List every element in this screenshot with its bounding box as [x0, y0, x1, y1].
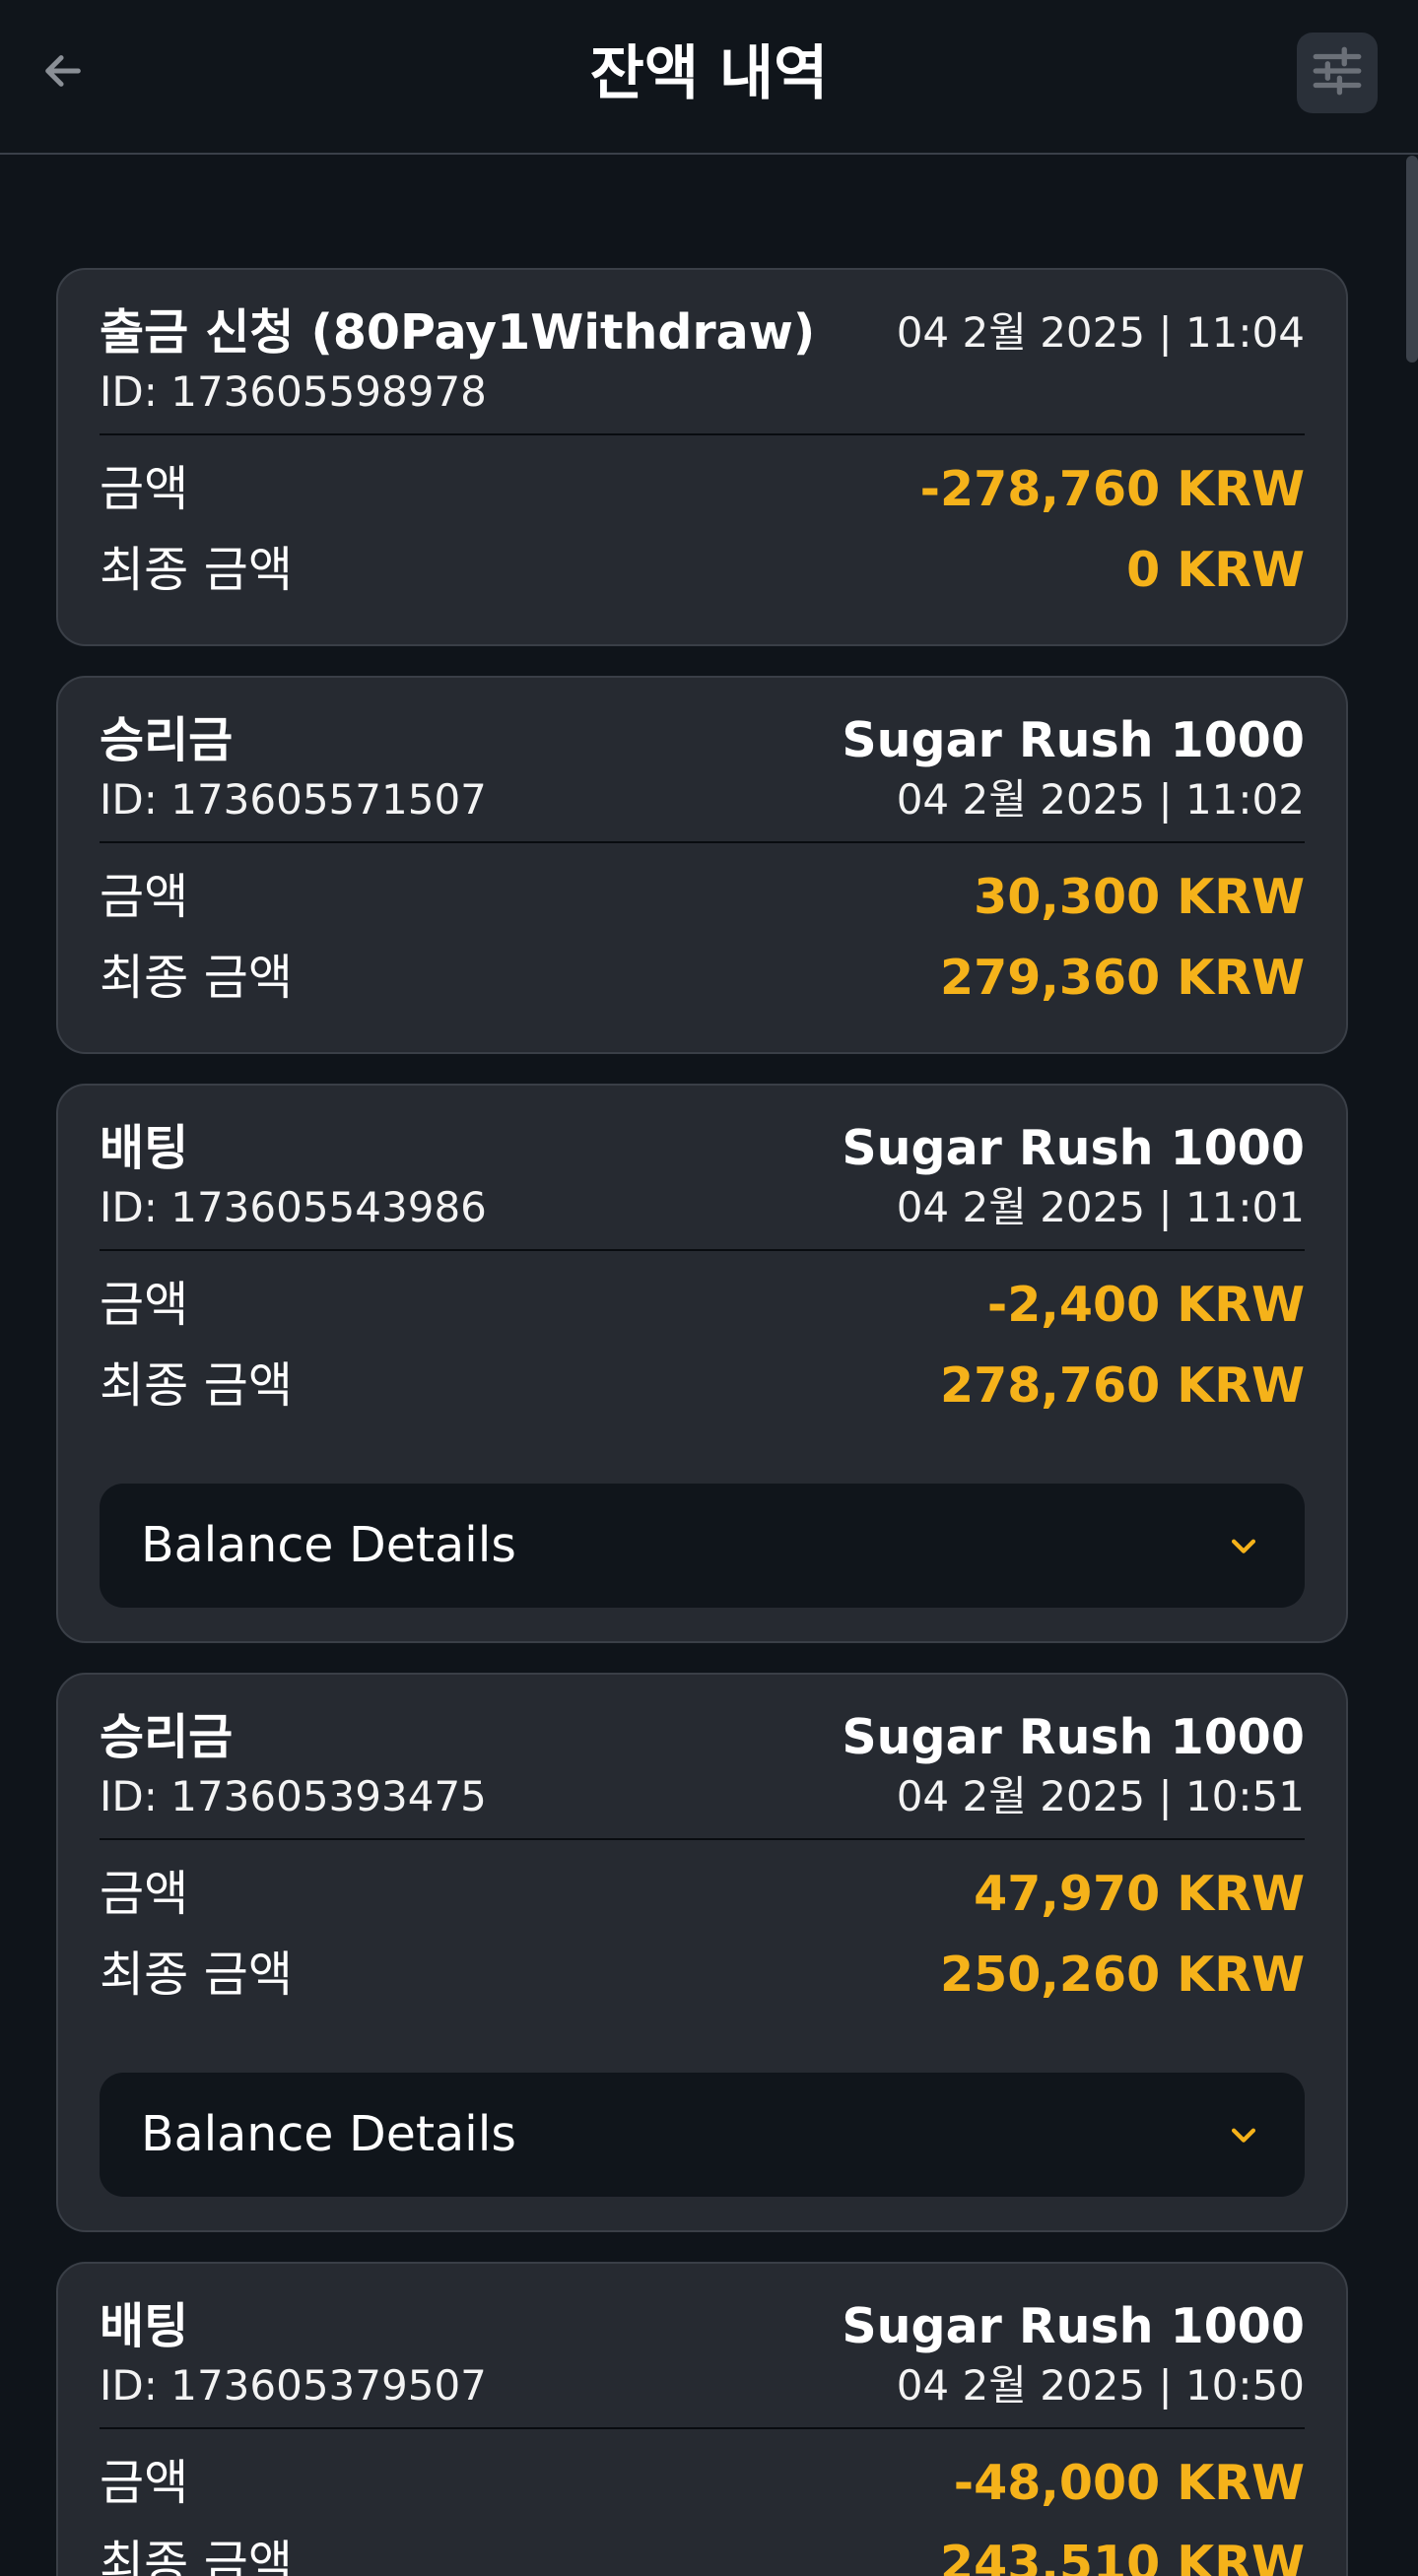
transaction-type: 승리금 — [100, 712, 234, 768]
transaction-type: 승리금 — [100, 1709, 234, 1765]
game-name: Sugar Rush 1000 — [842, 1120, 1305, 1176]
page-title: 잔액 내역 — [589, 39, 829, 108]
transaction-type: 출금 신청 (80Pay1Withdraw) — [100, 304, 816, 361]
balance-details-button[interactable]: Balance Details — [100, 1484, 1305, 1608]
transaction-date: 04 2월 2025 | 11:02 — [896, 775, 1305, 824]
game-name: Sugar Rush 1000 — [842, 1709, 1305, 1765]
balance-details-label: Balance Details — [141, 2106, 516, 2162]
game-name: Sugar Rush 1000 — [842, 2298, 1305, 2354]
transaction-card[interactable]: 배팅 Sugar Rush 1000 ID: 173605543986 04 2… — [56, 1084, 1348, 1643]
amount-value: -2,400 KRW — [986, 1277, 1305, 1333]
transaction-card[interactable]: 승리금 Sugar Rush 1000 ID: 173605571507 04 … — [56, 676, 1348, 1054]
final-amount-value: 250,260 KRW — [940, 1947, 1305, 2003]
final-amount-value: 278,760 KRW — [940, 1357, 1305, 1414]
sliders-icon — [1309, 42, 1366, 103]
final-amount-label: 최종 금액 — [100, 1947, 293, 2003]
transaction-id: ID: 173605543986 — [100, 1183, 487, 1231]
transaction-id: ID: 173605393475 — [100, 1772, 487, 1820]
amount-label: 금액 — [100, 2455, 189, 2511]
transaction-card[interactable]: 출금 신청 (80Pay1Withdraw) 04 2월 2025 | 11:0… — [56, 268, 1348, 646]
transaction-type: 배팅 — [100, 1120, 189, 1176]
final-amount-label: 최종 금액 — [100, 2536, 293, 2576]
balance-history-page: 잔액 내역 출금 신청 (80Pay1Withdraw) 04 2월 2025 … — [0, 0, 1418, 2576]
amount-label: 금액 — [100, 869, 189, 925]
chevron-down-icon — [1224, 2115, 1263, 2154]
balance-details-label: Balance Details — [141, 1517, 516, 1573]
balance-details-button[interactable]: Balance Details — [100, 2073, 1305, 2197]
amount-label: 금액 — [100, 1277, 189, 1333]
game-name: Sugar Rush 1000 — [842, 712, 1305, 768]
transaction-date: 04 2월 2025 | 10:50 — [896, 2361, 1305, 2410]
transaction-date: 04 2월 2025 | 11:01 — [896, 1183, 1305, 1231]
amount-label: 금액 — [100, 1866, 189, 1922]
scrollbar-track[interactable] — [1404, 155, 1418, 2576]
final-amount-value: 0 KRW — [1126, 542, 1305, 598]
top-app-bar: 잔액 내역 — [0, 0, 1418, 155]
final-amount-label: 최종 금액 — [100, 950, 293, 1006]
amount-value: -48,000 KRW — [953, 2455, 1305, 2511]
amount-value: -278,760 KRW — [919, 461, 1305, 517]
transaction-list: 출금 신청 (80Pay1Withdraw) 04 2월 2025 | 11:0… — [56, 268, 1348, 2576]
transaction-id: ID: 173605379507 — [100, 2361, 487, 2410]
transaction-card[interactable]: 배팅 Sugar Rush 1000 ID: 173605379507 04 2… — [56, 2262, 1348, 2576]
divider — [100, 433, 1305, 435]
transaction-type: 배팅 — [100, 2298, 189, 2354]
final-amount-value: 279,360 KRW — [940, 950, 1305, 1006]
final-amount-value: 243,510 KRW — [940, 2536, 1305, 2576]
divider — [100, 841, 1305, 843]
divider — [100, 1838, 1305, 1840]
transaction-date: 04 2월 2025 | 11:04 — [896, 308, 1305, 357]
amount-label: 금액 — [100, 461, 189, 517]
chevron-down-icon — [1224, 1526, 1263, 1565]
final-amount-label: 최종 금액 — [100, 1357, 293, 1414]
final-amount-label: 최종 금액 — [100, 542, 293, 598]
amount-value: 30,300 KRW — [974, 869, 1305, 925]
divider — [100, 1249, 1305, 1251]
transaction-id: ID: 173605598978 — [100, 367, 487, 416]
transaction-card[interactable]: 승리금 Sugar Rush 1000 ID: 173605393475 04 … — [56, 1673, 1348, 2232]
divider — [100, 2427, 1305, 2429]
filter-button[interactable] — [1297, 33, 1378, 113]
scrollbar-thumb[interactable] — [1406, 156, 1418, 363]
transaction-id: ID: 173605571507 — [100, 775, 487, 824]
amount-value: 47,970 KRW — [974, 1866, 1305, 1922]
transaction-date: 04 2월 2025 | 10:51 — [896, 1772, 1305, 1820]
